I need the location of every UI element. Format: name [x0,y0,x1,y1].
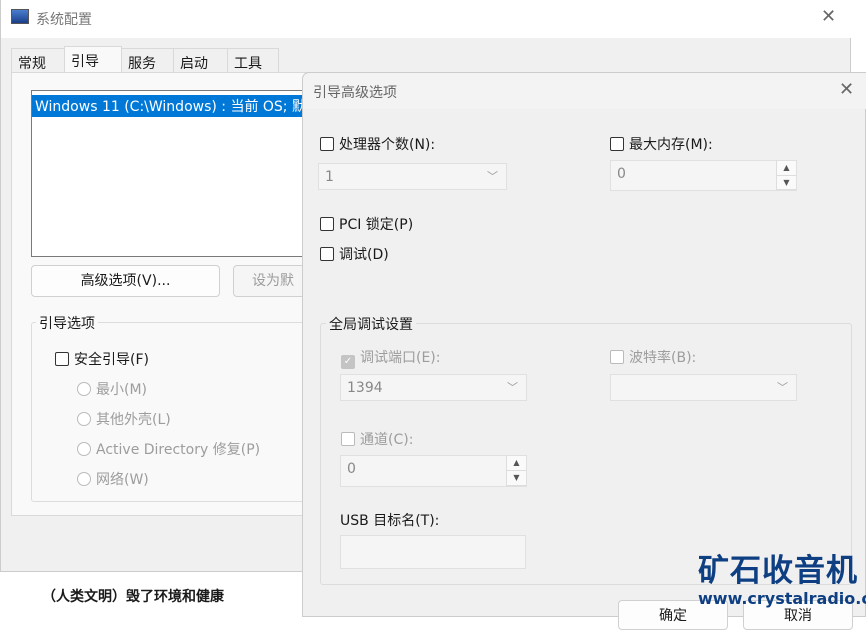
boot-options-label: 引导选项 [36,313,98,333]
checkbox-label: 波特率(B): [629,350,697,366]
msconfig-icon [11,9,29,24]
close-icon[interactable]: ✕ [821,6,836,27]
tab-general[interactable]: 常规 [11,48,65,73]
global-debug-label: 全局调试设置 [326,314,416,334]
os-list-item[interactable]: Windows 11 (C:\Windows) : 当前 OS; 默 [32,95,311,117]
advanced-options-dialog: 引导高级选项 ✕ 处理器个数(N): 1 ﹀ 最大内存(M): 0 ▲ ▼ PCI 锁… [302,72,866,630]
watermark-name: 矿石收音机 [698,553,858,589]
checkbox-label: 处理器个数(N): [339,137,436,153]
select-value: 1394 [347,380,383,396]
window-title: 系统配置 [36,12,92,28]
channel-spinner[interactable]: 0 ▲ ▼ [340,455,527,487]
baud-rate-checkbox[interactable]: 波特率(B): [610,347,696,367]
tab-boot[interactable]: 引导 [64,46,122,73]
spin-up-icon[interactable]: ▲ [507,456,526,471]
radio-alternate-shell[interactable]: 其他外壳(L) [77,409,171,429]
dialog-title-bar: 引导高级选项 ✕ [303,73,866,109]
set-default-button[interactable]: 设为默 [233,265,313,297]
spin-down-icon[interactable]: ▼ [507,471,526,486]
num-processors-select[interactable]: 1 ﹀ [318,163,507,190]
spin-up-icon[interactable]: ▲ [777,161,796,176]
spin-down-icon[interactable]: ▼ [777,175,796,190]
debug-checkbox[interactable]: 调试(D) [320,244,389,264]
max-memory-checkbox[interactable]: 最大内存(M): [610,134,713,154]
radio-minimal[interactable]: 最小(M) [77,379,147,399]
radio-ad-repair[interactable]: Active Directory 修复(P) [77,439,260,459]
usb-target-label: USB 目标名(T): [340,513,440,529]
checkbox-label: PCI 锁定(P) [339,217,414,233]
max-memory-spinner[interactable]: 0 ▲ ▼ [610,160,797,191]
tab-tools[interactable]: 工具 [227,48,279,73]
checkbox-label: 调试(D) [339,247,389,263]
chevron-down-icon: ﹀ [487,170,498,183]
watermark-logo: 矿石收音机 www.crystalradio.cn [698,553,866,609]
radio-label: 网络(W) [96,472,149,488]
safe-boot-label: 安全引导(F) [74,352,149,368]
debug-port-select[interactable]: 1394 ﹀ [340,374,527,401]
chevron-down-icon: ﹀ [777,381,788,394]
usb-target-input[interactable] [340,535,526,569]
checkbox-label: 调试端口(E): [360,350,441,366]
checkbox-label: 最大内存(M): [629,137,713,153]
pci-lock-checkbox[interactable]: PCI 锁定(P) [320,214,413,234]
spinner-value: 0 [617,166,626,182]
background-page-text: （人类文明）毁了环境和健康 [16,572,302,617]
tab-startup[interactable]: 启动 [173,48,228,73]
baud-rate-select[interactable]: ﹀ [610,374,797,401]
debug-port-checkbox[interactable]: ✓ 调试端口(E): [341,347,441,369]
safe-boot-checkbox[interactable]: 安全引导(F) [55,349,149,369]
radio-label: Active Directory 修复(P) [96,442,261,458]
chevron-down-icon: ﹀ [507,381,518,394]
radio-label: 其他外壳(L) [96,412,171,428]
watermark-url: www.crystalradio.cn [698,589,866,608]
radio-label: 最小(M) [96,382,148,398]
select-value: 1 [325,169,334,185]
checkbox-label: 通道(C): [360,432,414,448]
radio-network[interactable]: 网络(W) [77,469,149,489]
title-bar: 系统配置 ✕ [1,0,851,38]
num-processors-checkbox[interactable]: 处理器个数(N): [320,134,435,154]
channel-checkbox[interactable]: 通道(C): [341,429,413,449]
dialog-title: 引导高级选项 [313,85,397,101]
tab-services[interactable]: 服务 [121,48,174,73]
spinner-value: 0 [347,461,356,477]
advanced-options-button[interactable]: 高级选项(V)... [31,265,220,297]
close-icon[interactable]: ✕ [839,79,854,100]
